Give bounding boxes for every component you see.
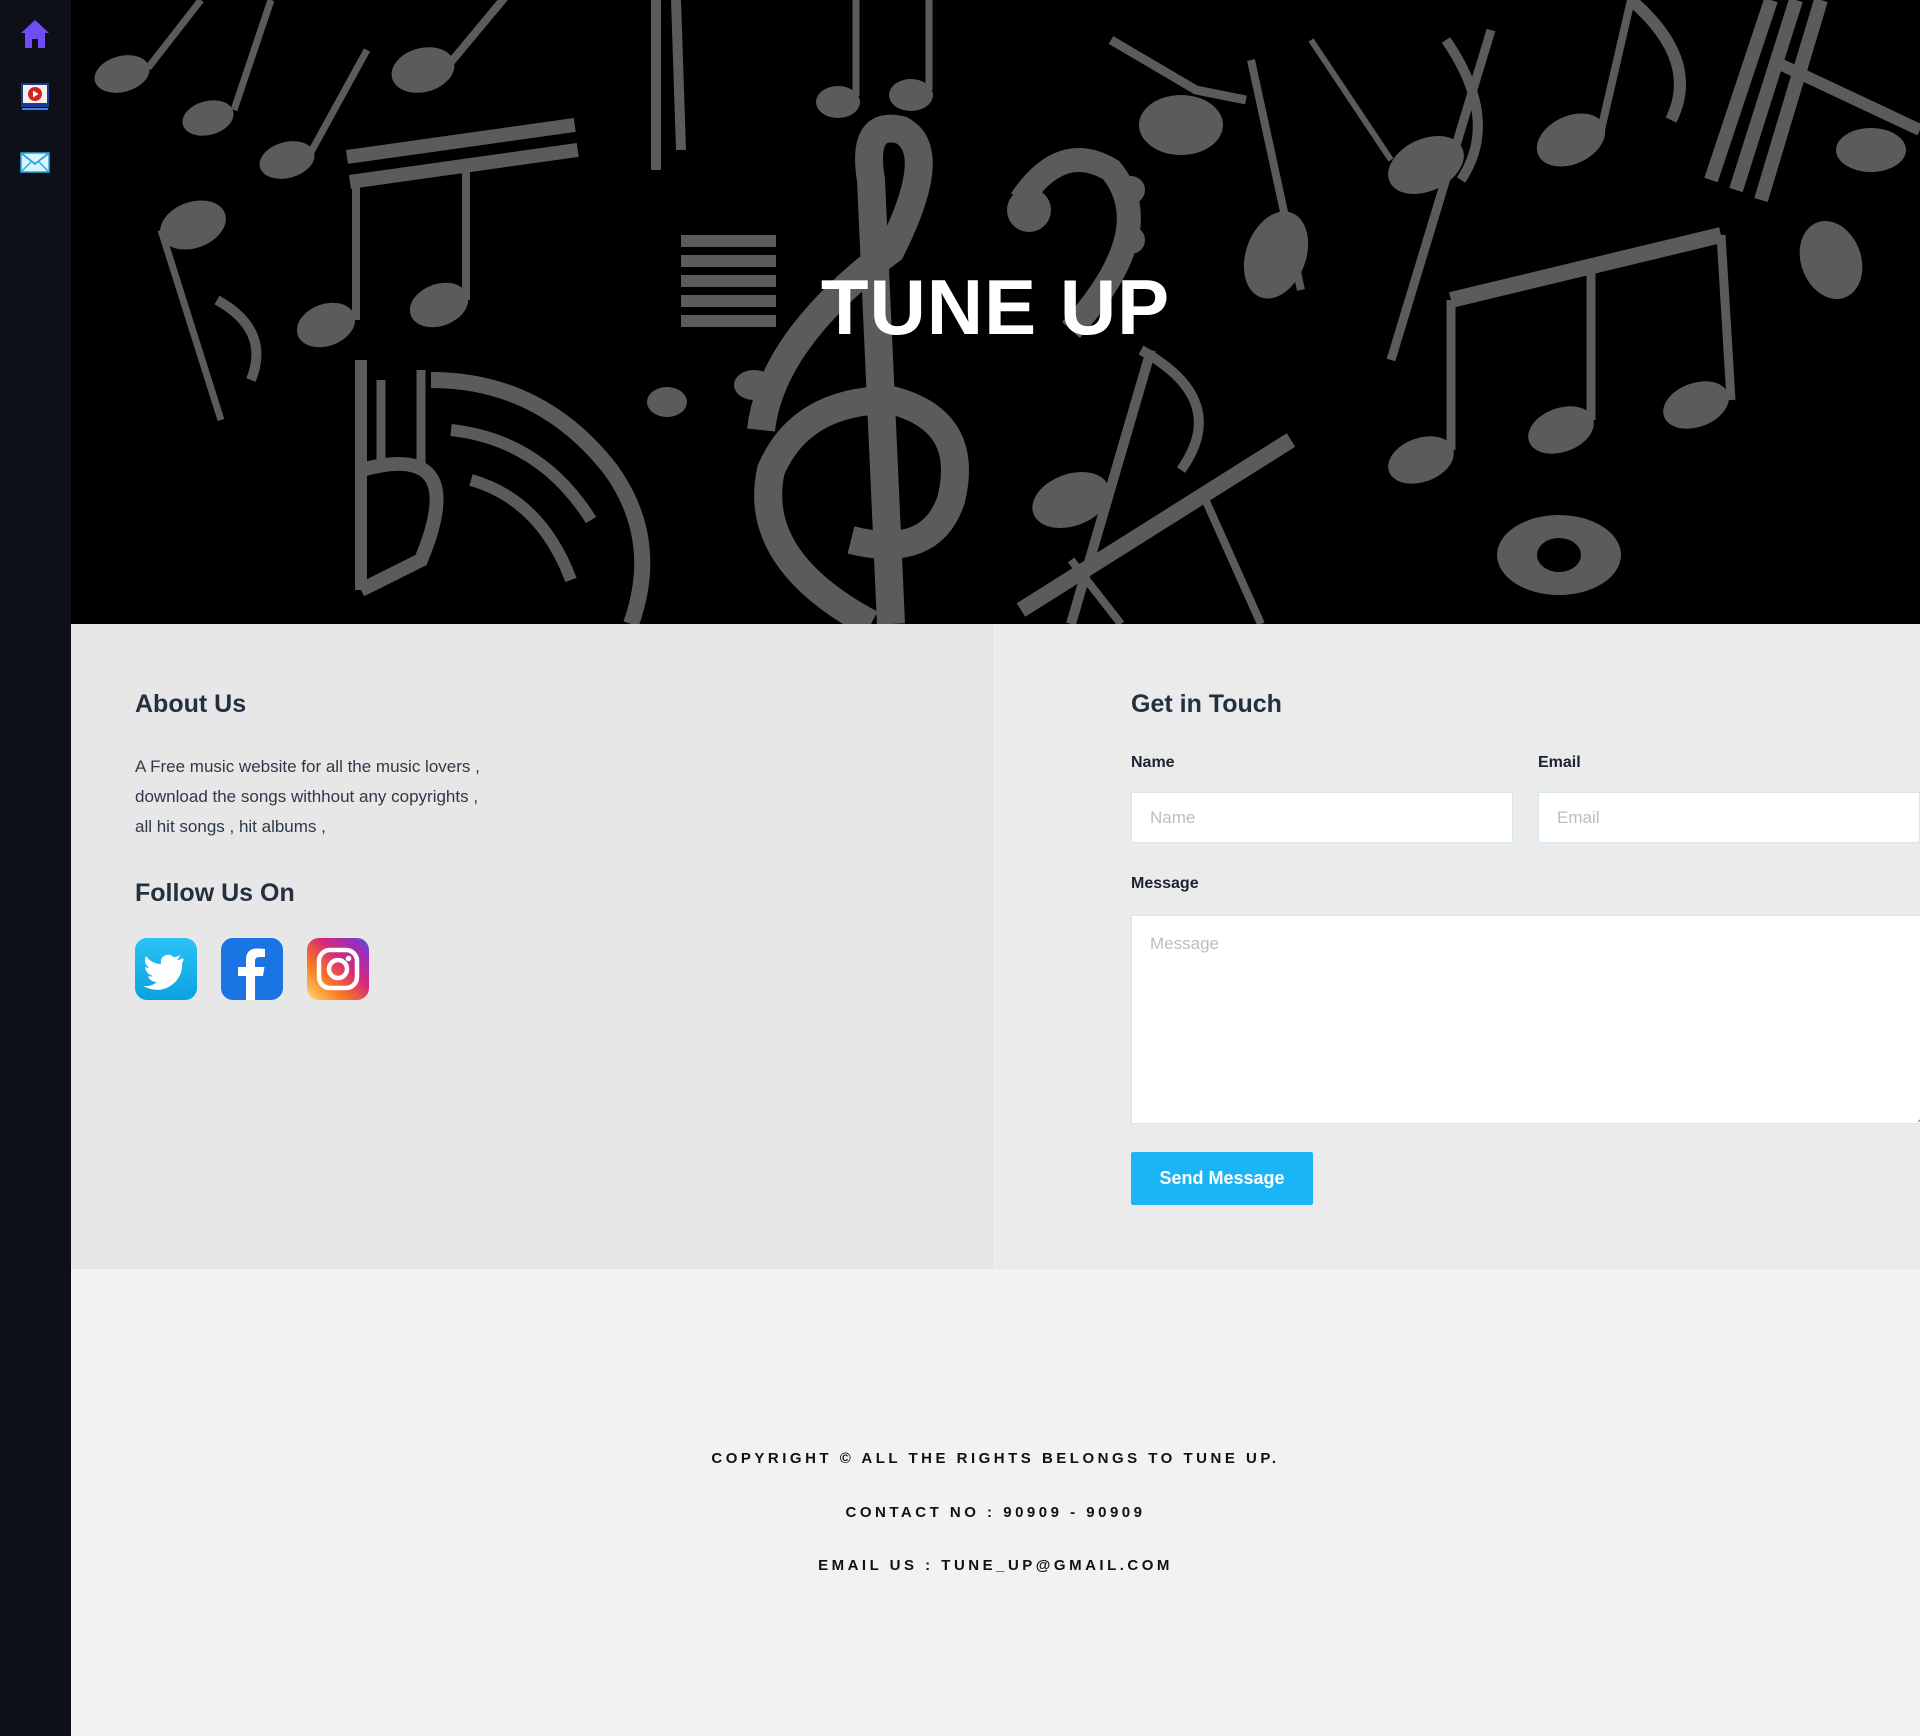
instagram-icon[interactable] (307, 938, 369, 1000)
about-line: A Free music website for all the music l… (135, 757, 480, 776)
footer: COPYRIGHT © ALL THE RIGHTS BELONGS TO TU… (71, 1269, 1920, 1736)
about-line: all hit songs , hit albums , (135, 817, 326, 836)
info-section: About Us A Free music website for all th… (71, 624, 1920, 1269)
mail-icon[interactable] (18, 145, 52, 179)
video-icon[interactable] (18, 79, 52, 113)
about-panel: About Us A Free music website for all th… (71, 624, 995, 1269)
sidebar (0, 0, 71, 1736)
email-label: Email (1538, 754, 1581, 771)
hero-banner: TUNE UP (71, 0, 1920, 624)
site-title: TUNE UP (820, 263, 1171, 351)
send-message-button[interactable]: Send Message (1131, 1152, 1313, 1205)
email-input[interactable] (1538, 792, 1920, 843)
twitter-icon[interactable] (135, 938, 197, 1000)
follow-heading: Follow Us On (135, 879, 295, 907)
contact-number-text: CONTACT NO : 90909 - 90909 (845, 1504, 1146, 1521)
name-input[interactable] (1131, 792, 1513, 843)
message-input[interactable] (1131, 915, 1920, 1124)
contact-panel: Get in Touch Name Email Message Send Mes… (996, 624, 1920, 1269)
facebook-icon[interactable] (221, 938, 283, 1000)
about-text: A Free music website for all the music l… (135, 752, 655, 842)
about-line: download the songs withhout any copyrigh… (135, 787, 479, 806)
about-heading: About Us (135, 690, 247, 718)
home-icon[interactable] (18, 17, 52, 51)
contact-heading: Get in Touch (1131, 690, 1282, 718)
name-label: Name (1131, 754, 1175, 771)
email-text: EMAIL US : TUNE_UP@GMAIL.COM (818, 1557, 1173, 1574)
message-label: Message (1131, 875, 1199, 892)
copyright-text: COPYRIGHT © ALL THE RIGHTS BELONGS TO TU… (711, 1450, 1280, 1467)
